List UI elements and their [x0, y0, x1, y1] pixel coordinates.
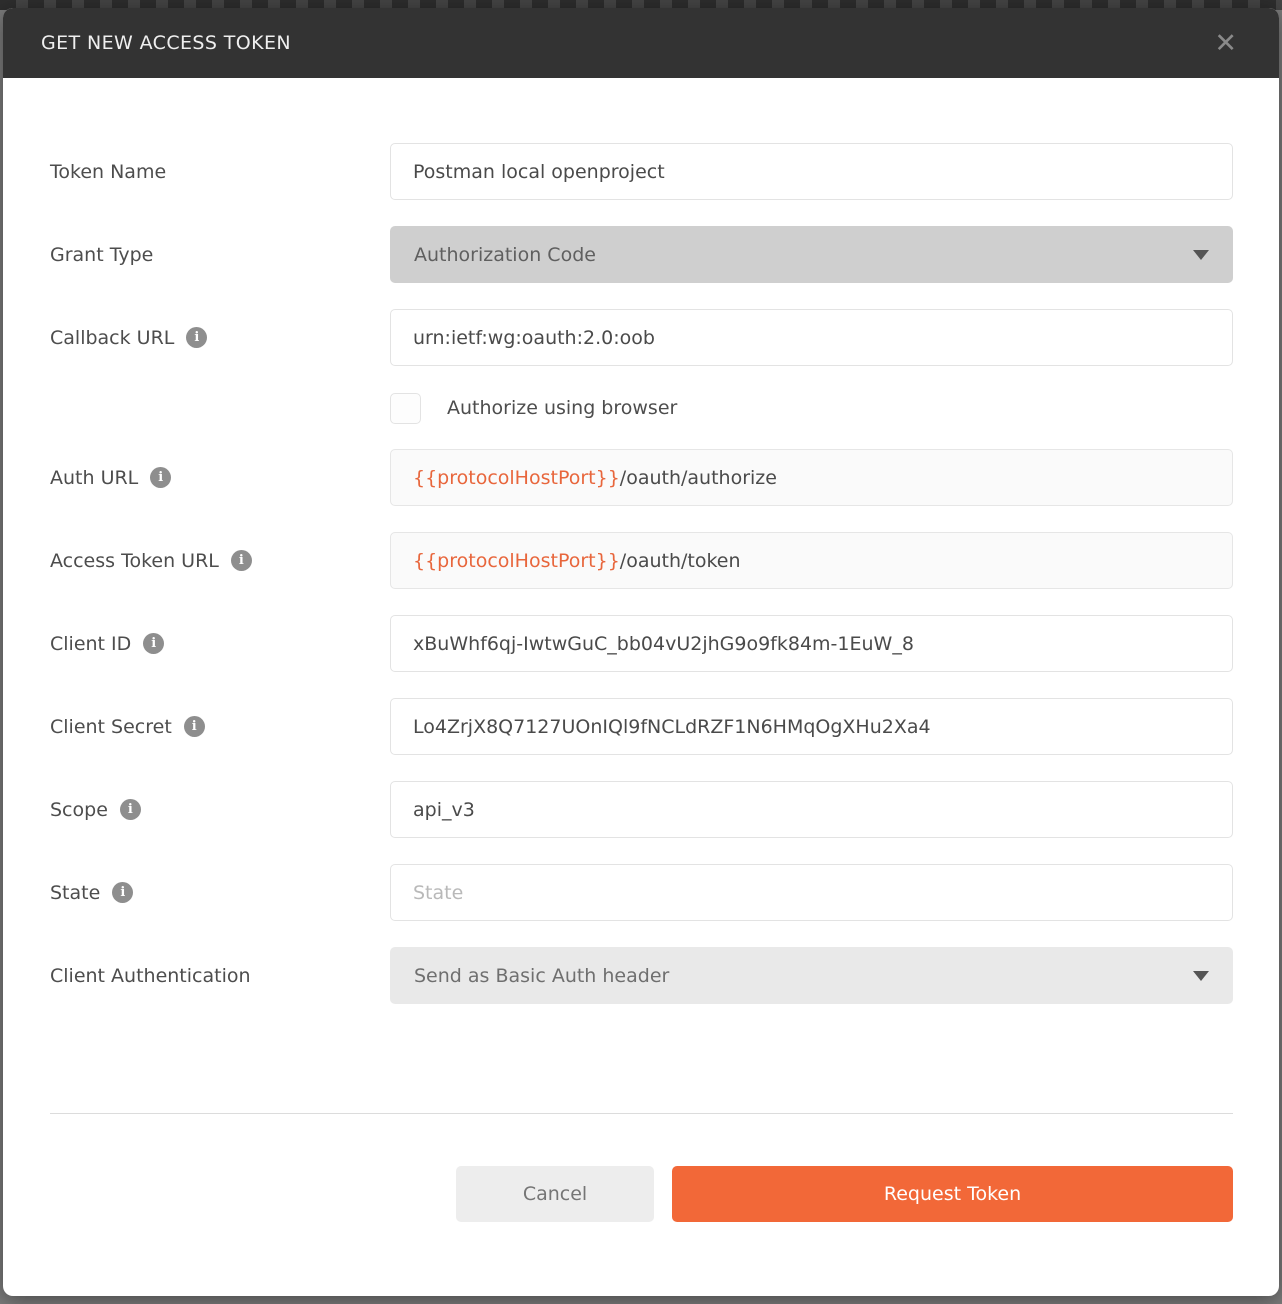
info-icon[interactable]: i	[112, 882, 133, 903]
callback-url-row: Callback URL i	[50, 309, 1233, 366]
environment-variable: {{protocolHostPort}}	[413, 550, 620, 572]
auth-url-input[interactable]: {{protocolHostPort}}/oauth/authorize	[390, 449, 1233, 506]
access-token-url-path: /oauth/token	[620, 550, 741, 572]
dialog-header: GET NEW ACCESS TOKEN ✕	[3, 8, 1279, 78]
grant-type-row: Grant Type Authorization Code	[50, 226, 1233, 283]
info-icon[interactable]: i	[150, 467, 171, 488]
auth-url-row: Auth URL i {{protocolHostPort}}/oauth/au…	[50, 449, 1233, 506]
client-authentication-label: Client Authentication	[50, 965, 251, 987]
callback-url-label: Callback URL	[50, 327, 174, 349]
info-icon[interactable]: i	[231, 550, 252, 571]
request-token-button[interactable]: Request Token	[672, 1166, 1233, 1222]
token-name-label: Token Name	[50, 161, 166, 183]
client-authentication-select[interactable]: Send as Basic Auth header	[390, 947, 1233, 1004]
cancel-button[interactable]: Cancel	[456, 1166, 654, 1222]
authorize-browser-checkbox[interactable]	[390, 393, 421, 424]
client-secret-label: Client Secret	[50, 716, 172, 738]
info-icon[interactable]: i	[143, 633, 164, 654]
token-name-row: Token Name	[50, 143, 1233, 200]
environment-variable: {{protocolHostPort}}	[413, 467, 620, 489]
get-new-access-token-dialog: GET NEW ACCESS TOKEN ✕ Token Name Grant …	[3, 8, 1279, 1296]
state-row: State i	[50, 864, 1233, 921]
scope-label: Scope	[50, 799, 108, 821]
chevron-down-icon	[1193, 971, 1209, 981]
authorize-browser-label: Authorize using browser	[447, 397, 677, 419]
info-icon[interactable]: i	[184, 716, 205, 737]
grant-type-selected-value: Authorization Code	[414, 244, 596, 266]
chevron-down-icon	[1193, 250, 1209, 260]
client-secret-row: Client Secret i	[50, 698, 1233, 755]
access-token-url-row: Access Token URL i {{protocolHostPort}}/…	[50, 532, 1233, 589]
dialog-title: GET NEW ACCESS TOKEN	[41, 32, 291, 54]
access-token-url-input[interactable]: {{protocolHostPort}}/oauth/token	[390, 532, 1233, 589]
client-id-label: Client ID	[50, 633, 131, 655]
auth-url-path: /oauth/authorize	[620, 467, 777, 489]
token-name-input[interactable]	[390, 143, 1233, 200]
state-label: State	[50, 882, 100, 904]
info-icon[interactable]: i	[120, 799, 141, 820]
client-authentication-row: Client Authentication Send as Basic Auth…	[50, 947, 1233, 1004]
grant-type-select[interactable]: Authorization Code	[390, 226, 1233, 283]
access-token-url-label: Access Token URL	[50, 550, 219, 572]
info-icon[interactable]: i	[186, 327, 207, 348]
authorize-browser-row: Authorize using browser	[50, 392, 1233, 424]
scope-input[interactable]	[390, 781, 1233, 838]
scope-row: Scope i	[50, 781, 1233, 838]
dialog-body: Token Name Grant Type Authorization Code…	[3, 78, 1279, 1222]
state-input[interactable]	[390, 864, 1233, 921]
client-id-row: Client ID i	[50, 615, 1233, 672]
callback-url-input[interactable]	[390, 309, 1233, 366]
client-secret-input[interactable]	[390, 698, 1233, 755]
close-icon[interactable]: ✕	[1210, 28, 1241, 59]
auth-url-label: Auth URL	[50, 467, 138, 489]
grant-type-label: Grant Type	[50, 244, 153, 266]
dialog-footer: Cancel Request Token	[50, 1114, 1233, 1222]
client-id-input[interactable]	[390, 615, 1233, 672]
client-authentication-selected-value: Send as Basic Auth header	[414, 965, 669, 987]
